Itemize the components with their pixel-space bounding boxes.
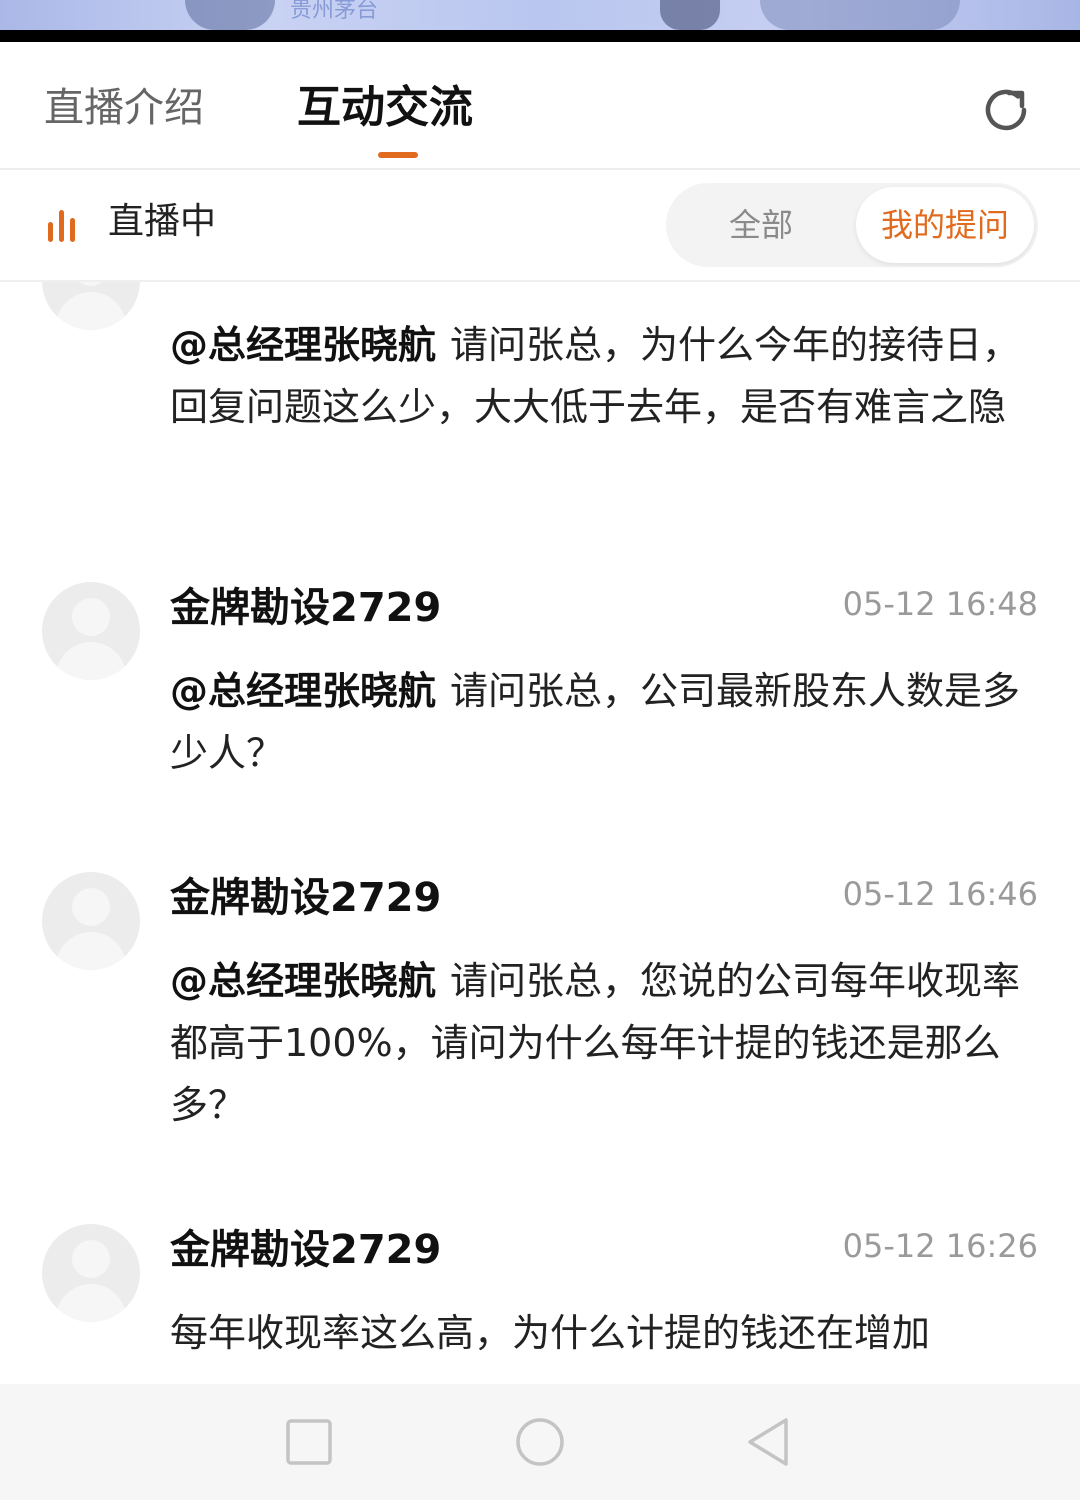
system-navigation-bar: [0, 1384, 1080, 1500]
filter-all-button[interactable]: 全部: [666, 183, 856, 267]
filter-my-questions-button[interactable]: 我的提问: [856, 187, 1034, 263]
timestamp: 05-12 16:48: [842, 585, 1038, 623]
timestamp: 05-12 16:26: [842, 1227, 1038, 1265]
message-item: 金牌勘设2729 05-12 16:46 @总经理张晓航 请问张总，您说的公司每年…: [0, 872, 1080, 1172]
video-figure: [760, 0, 960, 30]
avatar[interactable]: [42, 1224, 140, 1322]
timestamp: 05-12 16:46: [842, 875, 1038, 913]
triangle-back-icon[interactable]: [742, 1414, 798, 1470]
live-bars-icon: [48, 210, 75, 242]
circle-icon[interactable]: [512, 1414, 568, 1470]
username[interactable]: 金牌勘设2729: [170, 1220, 441, 1280]
refresh-icon[interactable]: [978, 82, 1034, 138]
video-figure: [185, 0, 275, 30]
message-body: 每年收现率这么高，为什么计提的钱还在增加: [170, 1311, 931, 1355]
message-feed[interactable]: @总经理张晓航 请问张总，为什么今年的接待日，回复问题这么少，大大低于去年，是否有…: [0, 282, 1080, 1384]
mention-tag[interactable]: @总经理张晓航: [170, 323, 436, 367]
message-item: @总经理张晓航 请问张总，为什么今年的接待日，回复问题这么少，大大低于去年，是否有…: [0, 282, 1080, 532]
username[interactable]: 金牌勘设2729: [170, 868, 441, 928]
video-watermark: 贵州茅台: [290, 0, 379, 23]
avatar[interactable]: [42, 872, 140, 970]
avatar[interactable]: [42, 282, 140, 330]
square-icon[interactable]: [281, 1414, 337, 1470]
video-player-strip[interactable]: 贵州茅台: [0, 0, 1080, 30]
tab-interaction[interactable]: 互动交流: [297, 78, 473, 138]
live-status-label: 直播中: [108, 201, 217, 242]
video-bottom-bar: [0, 30, 1080, 42]
avatar[interactable]: [42, 582, 140, 680]
tab-header: 直播介绍 互动交流: [0, 42, 1080, 170]
live-status-bar: 直播中 全部 我的提问: [0, 170, 1080, 282]
message-text: @总经理张晓航 请问张总，为什么今年的接待日，回复问题这么少，大大低于去年，是否有…: [170, 314, 1030, 438]
message-text: @总经理张晓航 请问张总，公司最新股东人数是多少人？: [170, 660, 1030, 784]
mention-tag[interactable]: @总经理张晓航: [170, 669, 436, 713]
message-item: 金牌勘设2729 05-12 16:26 每年收现率这么高，为什么计提的钱还在增…: [0, 1224, 1080, 1384]
tab-live-intro[interactable]: 直播介绍: [44, 78, 204, 138]
video-figure: [660, 0, 720, 30]
active-tab-indicator: [378, 152, 418, 158]
question-filter-toggle: 全部 我的提问: [666, 183, 1038, 267]
message-text: @总经理张晓航 请问张总，您说的公司每年收现率都高于100%，请问为什么每年计提的…: [170, 950, 1030, 1136]
message-text: 每年收现率这么高，为什么计提的钱还在增加: [170, 1302, 1030, 1364]
username[interactable]: 金牌勘设2729: [170, 578, 441, 638]
message-item: 金牌勘设2729 05-12 16:48 @总经理张晓航 请问张总，公司最新股东人…: [0, 582, 1080, 832]
mention-tag[interactable]: @总经理张晓航: [170, 959, 436, 1003]
